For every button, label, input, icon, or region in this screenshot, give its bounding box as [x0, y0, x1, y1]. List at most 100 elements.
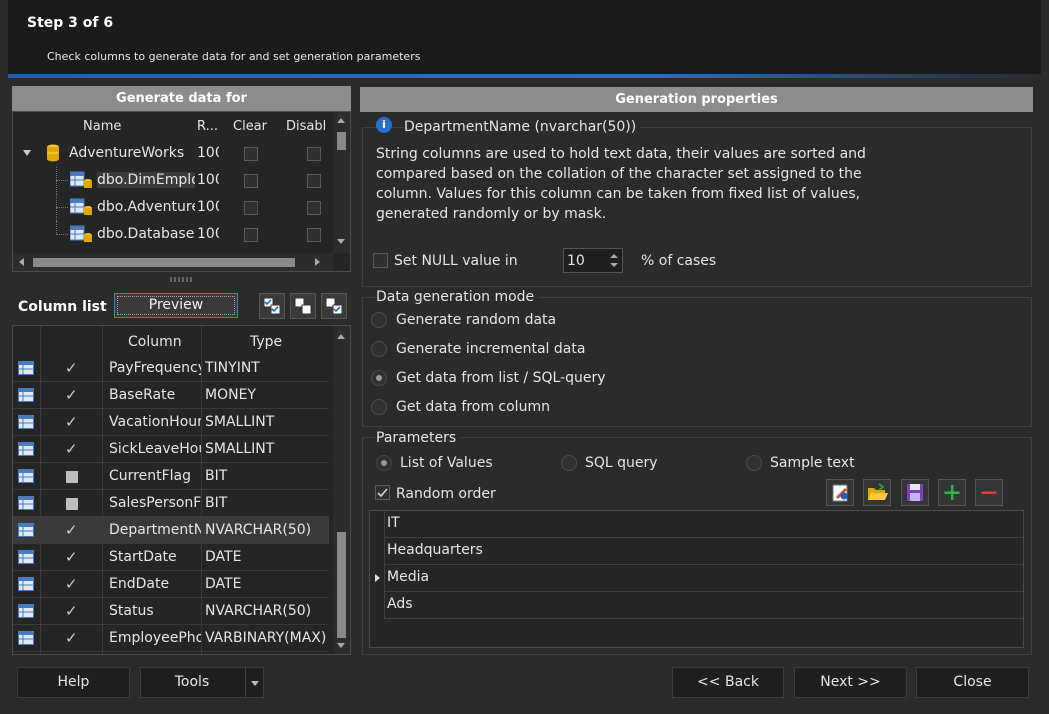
disable-checkbox[interactable] [307, 201, 321, 215]
database-icon [47, 144, 59, 162]
radio-list-sql-query[interactable] [371, 370, 387, 386]
spin-down-icon[interactable] [610, 263, 618, 267]
tree-row-adventureworks[interactable]: AdventureWorks 100 [13, 140, 333, 167]
column-row[interactable]: ✓ EndDate DATE [13, 571, 329, 598]
radio-random-data[interactable] [371, 312, 387, 328]
column-checkbox-indeterminate[interactable] [66, 471, 78, 483]
scroll-thumb[interactable] [337, 532, 346, 638]
column-grid[interactable]: Column Type ✓ PayFrequency TINYINT ✓ BaseRat… [12, 325, 351, 655]
table-icon [70, 171, 92, 188]
scroll-down-icon[interactable] [337, 239, 345, 244]
radio-sql-query[interactable] [561, 455, 577, 471]
column-icon [18, 442, 34, 456]
value-row[interactable]: Media [385, 565, 1023, 592]
column-row[interactable]: ✓ DepartmentN NVARCHAR(50) [13, 517, 329, 544]
column-row[interactable]: ✓ VacationHour SMALLINT [13, 409, 329, 436]
grid-col-column[interactable]: Column [128, 334, 182, 350]
tables-tree[interactable]: Name R... Clear Disabl AdventureWorks 10… [12, 111, 351, 272]
tree-col-name[interactable]: Name [83, 119, 121, 134]
column-checkbox[interactable]: ✓ [65, 629, 78, 647]
column-checkbox[interactable]: ✓ [65, 413, 78, 431]
column-row[interactable]: CurrentFlag BIT [13, 463, 329, 490]
radio-incremental-data[interactable] [371, 341, 387, 357]
generate-data-for-title: Generate data for [12, 86, 351, 111]
column-icon [18, 604, 34, 618]
tree-col-clear[interactable]: Clear [233, 119, 267, 134]
disable-checkbox[interactable] [307, 147, 321, 161]
tree-row-table[interactable]: dbo.Adventure 100 [13, 194, 333, 221]
column-name: Status [109, 603, 154, 619]
scroll-thumb[interactable] [33, 258, 295, 267]
column-checkbox[interactable]: ✓ [65, 359, 78, 377]
null-percent-spinner[interactable]: 10 [563, 248, 623, 273]
tree-guide [56, 221, 57, 235]
tree-row-value: 100 [197, 172, 219, 188]
column-row[interactable]: ✓ StartDate DATE [13, 544, 329, 571]
clear-checkbox[interactable] [244, 174, 258, 188]
column-checkbox-indeterminate[interactable] [66, 498, 78, 510]
grid-vertical-scrollbar[interactable] [333, 326, 350, 654]
back-button[interactable]: << Back [672, 667, 784, 698]
tree-vertical-scrollbar[interactable] [333, 112, 350, 253]
value-row[interactable]: IT [385, 511, 1023, 538]
tree-col-rows[interactable]: R... [197, 119, 217, 134]
column-checkbox[interactable]: ✓ [65, 386, 78, 404]
column-checkbox[interactable]: ✓ [65, 602, 78, 620]
spin-up-icon[interactable] [610, 254, 618, 258]
uncheck-all-button[interactable] [290, 293, 316, 319]
radio-data-from-column[interactable] [371, 399, 387, 415]
grid-col-type[interactable]: Type [250, 334, 282, 350]
random-order-checkbox[interactable] [375, 485, 390, 500]
scroll-up-icon[interactable] [337, 334, 345, 339]
expand-arrow-icon[interactable] [23, 150, 31, 156]
clear-checkbox[interactable] [244, 147, 258, 161]
scroll-up-icon[interactable] [337, 118, 345, 123]
value-row[interactable]: Ads [385, 592, 1023, 619]
column-row[interactable]: ✓ PayFrequency TINYINT [13, 355, 329, 382]
values-list[interactable]: IT Headquarters Media Ads [369, 510, 1024, 648]
column-row[interactable]: ✓ EmployeePho VARBINARY(MAX) [13, 625, 329, 652]
tree-horizontal-scrollbar[interactable] [13, 253, 333, 271]
invert-check-button[interactable] [321, 293, 347, 319]
open-file-button[interactable] [863, 479, 891, 506]
column-checkbox[interactable]: ✓ [65, 548, 78, 566]
clear-checkbox[interactable] [244, 201, 258, 215]
disable-checkbox[interactable] [307, 228, 321, 242]
tree-row-table[interactable]: dbo.DimEmplo 100 [13, 167, 333, 194]
check-all-button[interactable] [259, 293, 285, 319]
splitter-grip[interactable] [170, 277, 192, 282]
radio-sample-text[interactable] [746, 455, 762, 471]
next-button[interactable]: Next >> [794, 667, 907, 698]
radio-list-of-values[interactable] [376, 455, 392, 471]
clear-checkbox[interactable] [244, 228, 258, 242]
column-checkbox[interactable]: ✓ [65, 521, 78, 539]
scroll-thumb[interactable] [337, 132, 346, 150]
save-file-button[interactable] [901, 479, 929, 506]
dropdown-arrow-icon[interactable] [251, 681, 259, 686]
column-checkbox[interactable]: ✓ [65, 440, 78, 458]
disable-checkbox[interactable] [307, 174, 321, 188]
column-row[interactable]: SalesPersonFlaBIT [13, 490, 329, 517]
column-row[interactable]: ✓ BaseRate MONEY [13, 382, 329, 409]
set-null-checkbox[interactable] [373, 253, 388, 268]
edit-list-button[interactable] [826, 479, 854, 506]
tools-button[interactable]: Tools [140, 667, 264, 698]
scroll-down-icon[interactable] [337, 643, 345, 648]
help-button[interactable]: Help [17, 667, 130, 698]
scroll-left-icon[interactable] [19, 258, 24, 266]
minus-icon [981, 491, 997, 494]
value-row[interactable]: Headquarters [385, 538, 1023, 565]
column-icon [18, 415, 34, 429]
random-order-label: Random order [396, 486, 496, 502]
remove-value-button[interactable] [975, 479, 1003, 506]
column-type: DATE [205, 576, 242, 592]
column-row[interactable]: ✓ SickLeaveHou SMALLINT [13, 436, 329, 463]
add-value-button[interactable] [938, 479, 966, 506]
tree-row-table[interactable]: dbo.DatabaseI 100 [13, 221, 333, 248]
preview-button[interactable]: Preview [114, 293, 238, 318]
column-checkbox[interactable]: ✓ [65, 575, 78, 593]
scroll-right-icon[interactable] [315, 258, 320, 266]
tree-col-disable[interactable]: Disabl [286, 119, 330, 134]
close-button[interactable]: Close [916, 667, 1029, 698]
column-row[interactable]: ✓ Status NVARCHAR(50) [13, 598, 329, 625]
